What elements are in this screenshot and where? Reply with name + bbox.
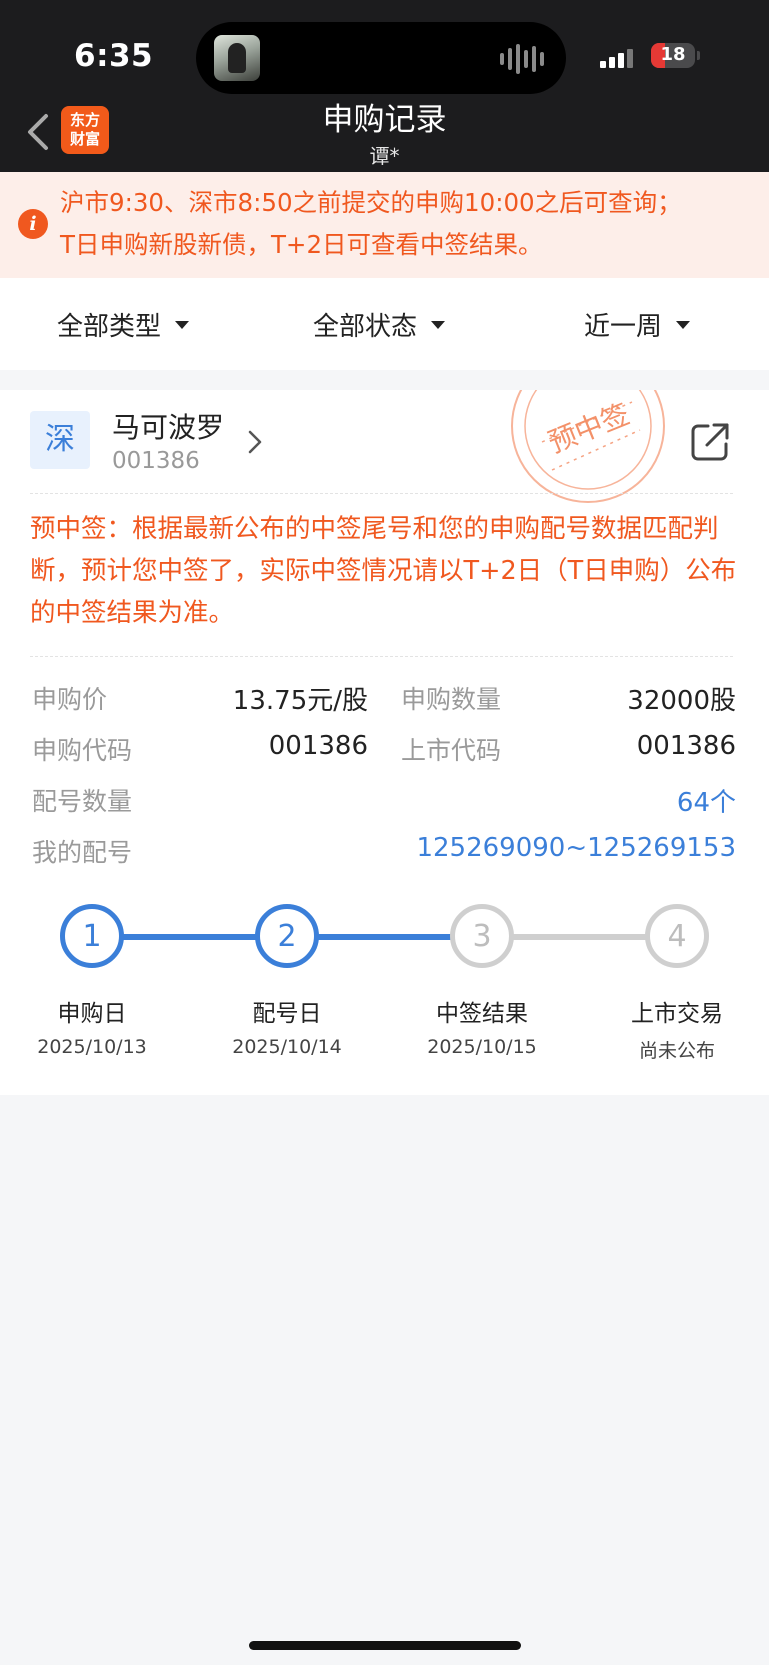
market-badge: 深: [30, 411, 90, 469]
caret-down-icon: [676, 320, 691, 329]
step-3-date: 2025/10/15: [427, 1036, 537, 1058]
step-1-label: 申购日: [57, 1001, 127, 1027]
audio-wave-icon: [500, 44, 544, 74]
my-allocation-label: 我的配号: [32, 838, 133, 867]
filter-period-dropdown[interactable]: 近一周: [584, 306, 691, 343]
step-3-circle: 3: [450, 904, 514, 968]
divider: [30, 493, 733, 494]
notice-line-1: 沪市9:30、深市8:50之前提交的申购10:00之后可查询；: [60, 188, 682, 217]
allocation-count-value[interactable]: 64个: [677, 782, 736, 819]
pre-win-stamp: 预中签: [511, 390, 665, 503]
info-icon: i: [18, 209, 48, 239]
quantity-label: 申购数量: [401, 685, 502, 714]
battery-icon: 18: [651, 43, 695, 68]
signal-icon: [600, 46, 640, 68]
filter-period-label: 近一周: [584, 312, 663, 342]
filter-status-dropdown[interactable]: 全部状态: [313, 306, 446, 343]
top-bar: 6:35 18 东方 财富 申购记录 谭*: [0, 0, 769, 172]
step-3-label: 中签结果: [436, 1001, 528, 1027]
stock-code: 001386: [112, 448, 200, 474]
status-time: 6:35: [74, 38, 154, 74]
filter-bar: 全部类型 全部状态 近一周: [0, 278, 769, 370]
step-1-circle: 1: [60, 904, 124, 968]
notice-banner: i 沪市9:30、深市8:50之前提交的申购10:00之后可查询； T日申购新股…: [0, 172, 769, 278]
my-allocation-value[interactable]: 125269090~125269153: [416, 833, 736, 863]
subscription-code-label: 申购代码: [32, 736, 133, 765]
step-4-circle: 4: [645, 904, 709, 968]
step-4-date: 尚未公布: [638, 1040, 715, 1062]
listing-code-label: 上市代码: [401, 736, 502, 765]
page-title: 申购记录: [322, 102, 447, 138]
subscription-record-card: 深 马可波罗 001386 预中签 预中签：根据最新公布的中签尾号和您的申购配号…: [0, 390, 769, 1095]
notice-line-2: T日申购新股新债，T+2日可查看中签结果。: [60, 230, 543, 259]
quantity-value: 32000股: [627, 686, 736, 716]
battery-tip: [697, 51, 700, 60]
price-value: 13.75元/股: [232, 686, 368, 716]
share-icon[interactable]: [688, 420, 732, 464]
caret-down-icon: [175, 320, 190, 329]
stock-name[interactable]: 马可波罗: [112, 406, 224, 446]
dynamic-island[interactable]: [196, 22, 566, 94]
step-2-label: 配号日: [252, 1001, 322, 1027]
step-1-date: 2025/10/13: [37, 1036, 147, 1058]
account-name: 谭*: [369, 144, 400, 168]
listing-code-value: 001386: [636, 731, 736, 761]
step-2-date: 2025/10/14: [232, 1036, 342, 1058]
filter-type-dropdown[interactable]: 全部类型: [57, 306, 190, 343]
caret-down-icon: [431, 320, 446, 329]
home-indicator[interactable]: [249, 1641, 521, 1650]
step-2-circle: 2: [255, 904, 319, 968]
pre-win-message: 预中签：根据最新公布的中签尾号和您的申购配号数据匹配判断，预计您中签了，实际中签…: [30, 514, 737, 628]
price-label: 申购价: [32, 685, 108, 714]
chevron-right-icon[interactable]: [246, 428, 264, 456]
stamp-text: 预中签: [544, 397, 634, 459]
battery-level: 18: [660, 44, 686, 65]
subscription-code-value: 001386: [268, 731, 368, 761]
filter-status-label: 全部状态: [313, 312, 418, 342]
allocation-count-label: 配号数量: [32, 787, 133, 816]
now-playing-thumbnail: [214, 35, 260, 81]
filter-type-label: 全部类型: [57, 312, 162, 342]
step-4-label: 上市交易: [631, 1001, 723, 1027]
divider: [30, 656, 733, 657]
